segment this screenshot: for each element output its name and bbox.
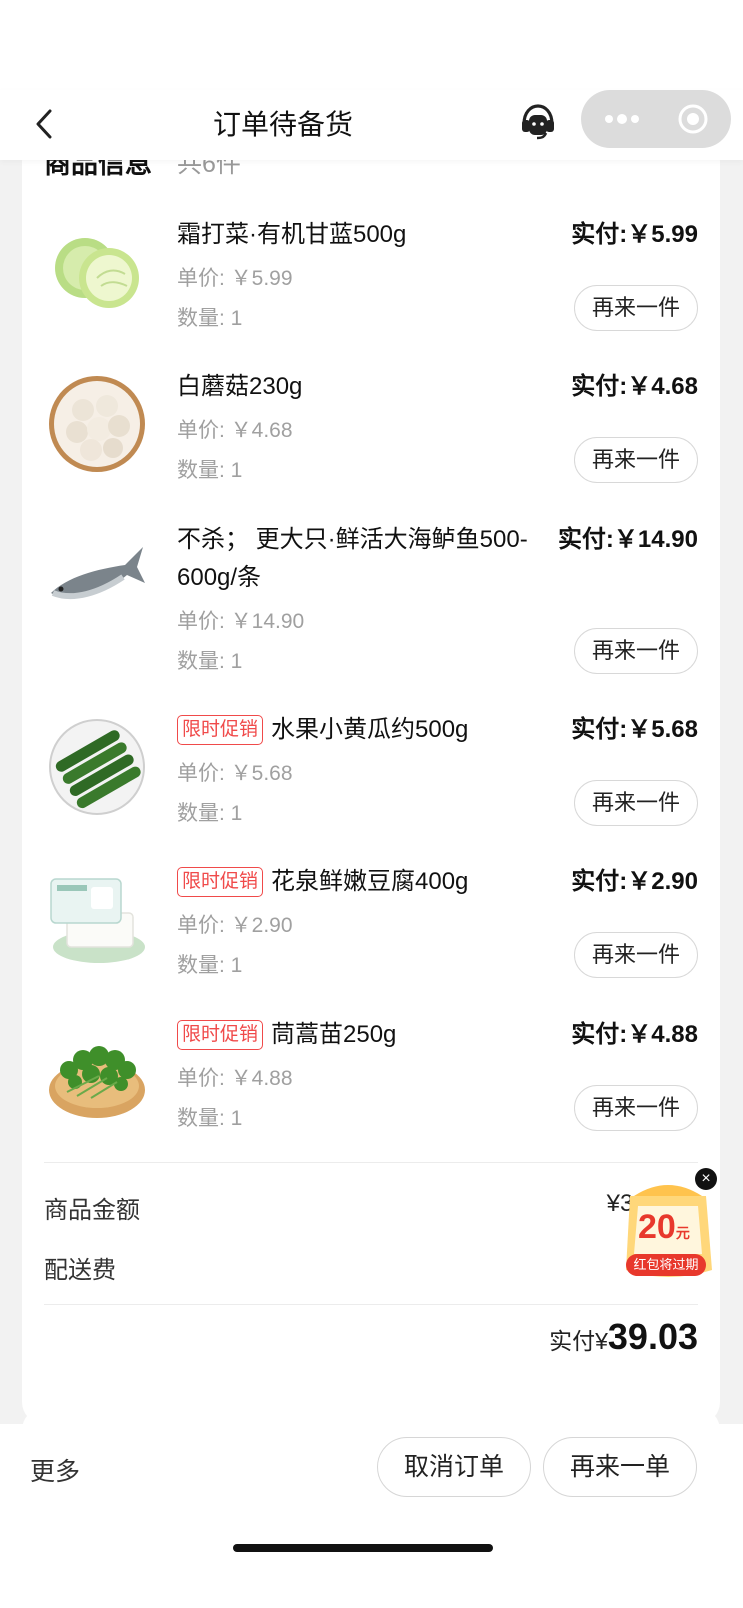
buy-again-button[interactable]: 再来一件	[574, 628, 698, 674]
coupon-unit: 元	[675, 1225, 690, 1241]
buy-again-button[interactable]: 再来一件	[574, 1085, 698, 1131]
close-capsule-icon[interactable]	[677, 103, 709, 135]
buy-again-button[interactable]: 再来一件	[574, 285, 698, 331]
tofu-icon	[50, 878, 145, 963]
unit-price: 单价: ￥14.90	[177, 610, 305, 633]
fish-icon	[51, 547, 145, 600]
navigation-bar: 订单待备货	[0, 90, 743, 160]
product-name: 霜打菜·有机甘蓝500g	[177, 221, 407, 248]
mushroom-icon	[49, 376, 145, 472]
delivery-fee-label: 配送费	[44, 1257, 116, 1284]
quantity: 数量: 1	[177, 802, 243, 825]
cucumber-icon	[49, 719, 145, 815]
paid-amount: 实付:￥5.99	[571, 221, 698, 248]
mini-program-capsule	[581, 90, 731, 148]
total-paid-value: 39.03	[607, 1316, 698, 1357]
product-name: 限时促销 花泉鲜嫩豆腐400g	[177, 863, 547, 901]
more-dots-icon[interactable]	[603, 110, 641, 128]
goods-amount-label: 商品金额	[44, 1197, 140, 1224]
unit-price: 单价: ￥4.88	[177, 1067, 293, 1090]
greens-icon	[49, 1046, 145, 1118]
product-name: 限时促销 水果小黄瓜约500g	[177, 711, 547, 749]
promo-tag: 限时促销	[177, 715, 264, 745]
bottom-action-bar: 更多 取消订单 再来一单	[0, 1424, 743, 1608]
divider	[44, 1304, 698, 1305]
chevron-left-icon[interactable]	[28, 106, 64, 142]
paid-amount: 实付:￥14.90	[557, 526, 698, 553]
product-name: 限时促销 茼蒿苗250g	[177, 1016, 547, 1054]
divider	[44, 1162, 698, 1163]
coupon-close-icon[interactable]: ×	[695, 1168, 717, 1190]
product-name: 不杀； 更大只·鲜活大海鲈鱼500-600g/条	[177, 526, 528, 591]
page-title: 订单待备货	[213, 109, 354, 140]
promo-tag: 限时促销	[177, 867, 264, 897]
customer-service-icon[interactable]	[518, 102, 558, 142]
cabbage-icon	[55, 238, 139, 308]
quantity: 数量: 1	[177, 954, 243, 977]
paid-amount: 实付:￥2.90	[571, 868, 698, 895]
reorder-button[interactable]: 再来一单	[543, 1437, 697, 1497]
total-paid-label: 实付¥	[549, 1328, 608, 1354]
buy-again-button[interactable]: 再来一件	[574, 437, 698, 483]
more-button[interactable]: 更多	[30, 1452, 80, 1488]
cancel-order-button[interactable]: 取消订单	[377, 1437, 531, 1497]
order-goods-card: 商品信息 共6件 霜打菜·有机甘蓝500g 实付:￥5.99 单价: ￥5.99…	[22, 140, 720, 1424]
unit-price: 单价: ￥5.99	[177, 267, 293, 290]
status-bar	[0, 0, 743, 90]
unit-price: 单价: ￥4.68	[177, 419, 293, 442]
paid-amount: 实付:￥4.88	[571, 1021, 698, 1048]
unit-price: 单价: ￥5.68	[177, 762, 293, 785]
product-name: 白蘑菇230g	[177, 373, 303, 400]
coupon-amount-value: 20	[638, 1208, 676, 1246]
coupon-expiry-text[interactable]: 红包将过期	[626, 1254, 706, 1276]
promo-tag: 限时促销	[177, 1020, 264, 1050]
quantity: 数量: 1	[177, 459, 243, 482]
buy-again-button[interactable]: 再来一件	[574, 780, 698, 826]
paid-amount: 实付:￥5.68	[571, 716, 698, 743]
product-name-text: 水果小黄瓜约500g	[271, 716, 469, 743]
home-indicator	[233, 1544, 493, 1552]
paid-amount: 实付:￥4.68	[571, 373, 698, 400]
quantity: 数量: 1	[177, 650, 243, 673]
product-name-text: 花泉鲜嫩豆腐400g	[271, 868, 469, 895]
quantity: 数量: 1	[177, 1107, 243, 1130]
buy-again-button[interactable]: 再来一件	[574, 932, 698, 978]
unit-price: 单价: ￥2.90	[177, 914, 293, 937]
total-paid: 实付¥39.03	[549, 1316, 698, 1358]
coupon-amount: 20元	[638, 1208, 690, 1247]
product-name-text: 茼蒿苗250g	[271, 1021, 397, 1048]
quantity: 数量: 1	[177, 307, 243, 330]
